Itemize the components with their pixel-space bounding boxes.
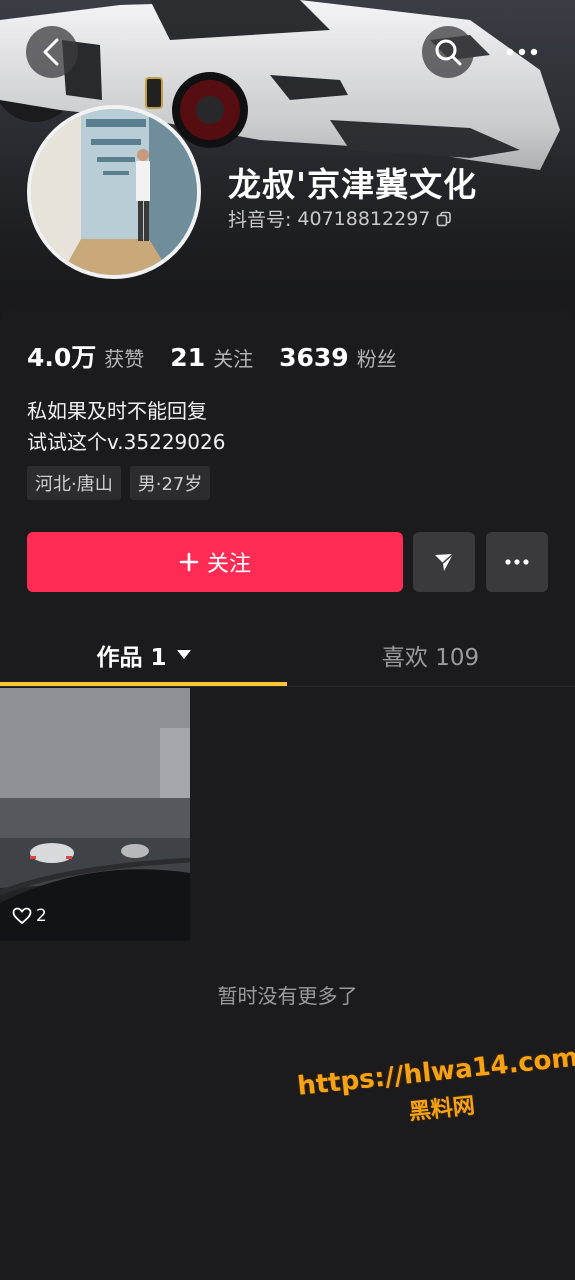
tag-gender-age: 男·27岁 (129, 466, 211, 500)
tab-works[interactable]: 作品 1 (0, 624, 287, 686)
stat-following-label: 关注 (213, 347, 254, 371)
share-button[interactable] (413, 532, 475, 592)
stat-followers-value: 3639 (279, 343, 349, 372)
stat-likes[interactable]: 4.0万 获赞 (27, 338, 144, 374)
search-icon (435, 39, 462, 66)
avatar[interactable] (27, 105, 201, 279)
profile-stats: 4.0万 获赞 21 关注 3639 粉丝 (27, 338, 397, 374)
tag-location: 河北·唐山 (27, 466, 121, 500)
caret-down-icon (176, 650, 191, 659)
send-icon (435, 553, 454, 571)
avatar-image (31, 109, 197, 275)
heart-icon (12, 907, 32, 925)
bio-line-1: 私如果及时不能回复 (27, 399, 207, 423)
more-horizontal-icon (505, 559, 529, 565)
douyin-id[interactable]: 抖音号: 40718812297 (228, 205, 452, 232)
video-thumbnail[interactable]: 2 (0, 688, 190, 941)
tab-likes[interactable]: 喜欢 109 (287, 624, 574, 686)
tab-likes-label: 喜欢 109 (381, 645, 480, 671)
stat-following-value: 21 (170, 343, 206, 372)
stat-followers[interactable]: 3639 粉丝 (279, 343, 397, 372)
video-likes: 2 (12, 906, 47, 926)
tab-divider (0, 686, 575, 687)
more-options-button[interactable] (496, 26, 548, 78)
follow-button[interactable]: 关注 (27, 532, 403, 592)
back-button[interactable] (26, 26, 78, 78)
profile-cover: 龙叔'京津冀文化 抖音号: 40718812297 (0, 0, 575, 330)
follow-button-label: 关注 (206, 552, 251, 577)
stat-likes-label: 获赞 (104, 347, 145, 371)
stat-following[interactable]: 21 关注 (170, 343, 253, 372)
stat-likes-value: 4.0万 (27, 343, 97, 372)
video-likes-count: 2 (36, 906, 47, 926)
profile-tags: 河北·唐山 男·27岁 (27, 466, 211, 500)
plus-icon (179, 552, 199, 572)
chevron-left-icon (43, 38, 59, 66)
douyin-id-value: 40718812297 (297, 207, 431, 230)
search-button[interactable] (422, 26, 474, 78)
profile-nickname: 龙叔'京津冀文化 (228, 165, 478, 204)
tab-works-label: 作品 1 (96, 645, 167, 671)
more-horizontal-icon (506, 48, 538, 56)
profile-more-button[interactable] (486, 532, 548, 592)
bio-line-2: 试试这个v.35229026 (27, 430, 226, 454)
copy-icon[interactable] (436, 211, 452, 227)
douyin-id-label: 抖音号: (228, 209, 292, 231)
profile-bio: 私如果及时不能回复 试试这个v.35229026 (27, 396, 225, 458)
stat-followers-label: 粉丝 (356, 347, 397, 371)
profile-tabs: 作品 1 喜欢 109 (0, 624, 575, 686)
video-cover-image (0, 688, 190, 941)
no-more-content-text: 暂时没有更多了 (217, 984, 358, 1008)
profile-panel: 4.0万 获赞 21 关注 3639 粉丝 私如果及时不能回复 试试这个v.35… (0, 308, 575, 1280)
